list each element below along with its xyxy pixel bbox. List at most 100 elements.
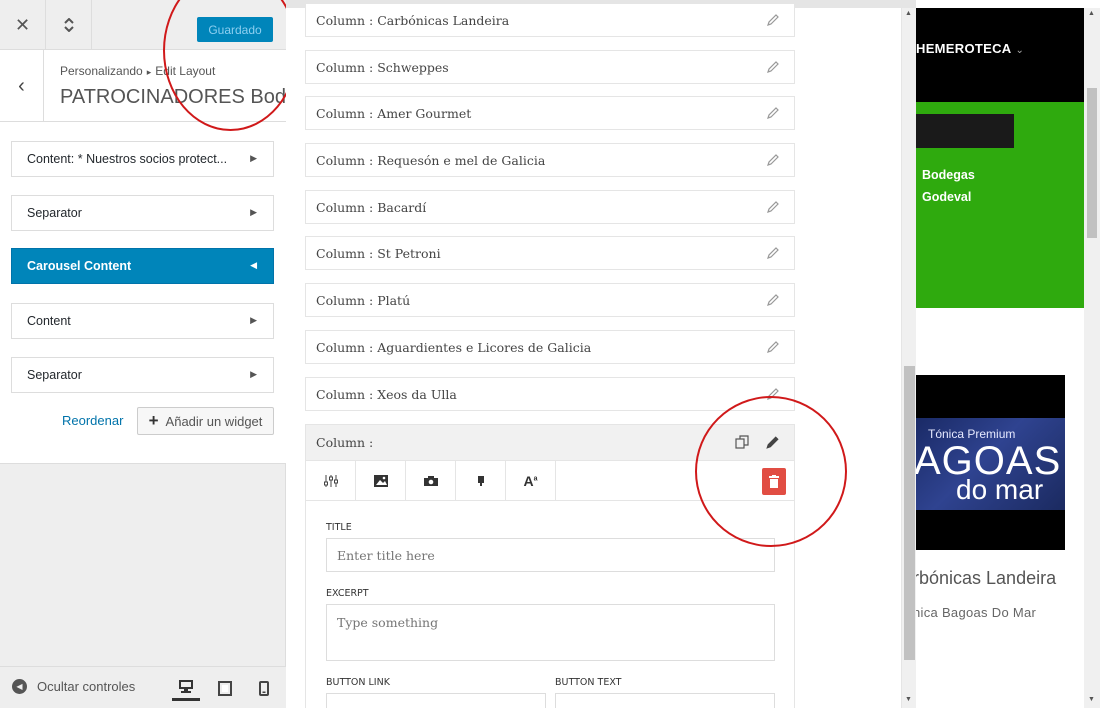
column-row[interactable]: Column : Bacardí	[305, 190, 795, 224]
typography-icon: Aa	[523, 473, 538, 489]
editor-scrollbar[interactable]: ▲ ▼	[901, 8, 916, 708]
button-text-input[interactable]	[555, 693, 775, 708]
column-label: Column : Aguardientes e Licores de Galic…	[316, 339, 592, 355]
column-editor: Column : Carbónicas Landeira Column : Sc…	[286, 0, 916, 708]
editor-scroll-thumb[interactable]	[904, 366, 915, 660]
breadcrumb-separator-icon: ▸	[146, 67, 152, 77]
widget-item[interactable]: Separator ▶	[11, 195, 274, 231]
column-row[interactable]: Column : Platú	[305, 283, 795, 317]
pencil-icon[interactable]	[766, 293, 780, 307]
preview-bodegas-text[interactable]: Bodegas Godeval	[922, 164, 975, 208]
column-label: Column : Xeos da Ulla	[316, 386, 457, 402]
reorder-link[interactable]: Reordenar	[62, 413, 123, 428]
sliders-icon	[323, 475, 338, 487]
preview-subheading: nica Bagoas Do Mar	[916, 605, 1037, 620]
add-widget-label: Añadir un widget	[165, 413, 263, 429]
column-row[interactable]: Column : St Petroni	[305, 236, 795, 270]
scroll-down-icon[interactable]: ▼	[905, 696, 912, 703]
pencil-icon[interactable]	[766, 60, 780, 74]
preview-green-block: Bodegas Godeval	[916, 102, 1084, 308]
pencil-icon[interactable]	[766, 200, 780, 214]
column-row[interactable]: Column : Requesón e mel de Galicia	[305, 143, 795, 177]
delete-column-button[interactable]	[762, 468, 786, 495]
preview-scrollbar[interactable]: ▲ ▼	[1084, 8, 1100, 708]
widget-item[interactable]: Content: * Nuestros socios protect... ▶	[11, 141, 274, 177]
button-link-input[interactable]	[326, 693, 546, 708]
tab-media[interactable]	[406, 461, 456, 501]
sponsor-logo-banner: Tónica Premium AGOAS do mar	[916, 418, 1065, 510]
title-field-label: TITLE	[326, 522, 352, 533]
widget-label: Carousel Content	[27, 259, 132, 273]
collapse-circle-icon: ◀	[12, 679, 27, 694]
image-icon	[373, 475, 388, 487]
tablet-preview-button[interactable]	[211, 675, 239, 701]
customizer-header: ✕ Guardado	[0, 0, 286, 50]
triangle-right-icon: ▶	[250, 153, 257, 163]
button-link-label: BUTTON LINK	[326, 677, 390, 688]
tab-button[interactable]	[456, 461, 506, 501]
excerpt-textarea[interactable]	[326, 604, 775, 661]
close-button[interactable]: ✕	[0, 0, 46, 50]
widget-label: Content: * Nuestros socios protect...	[27, 152, 228, 166]
preview-dark-bar	[916, 114, 1014, 148]
sponsor-logo[interactable]: Tónica Premium AGOAS do mar	[916, 375, 1065, 550]
hide-controls-label: Ocultar controles	[37, 679, 136, 694]
column-label: Column : St Petroni	[316, 245, 441, 261]
preview-bodegas-line: Bodegas	[922, 168, 975, 182]
title-input[interactable]	[326, 538, 775, 572]
column-row[interactable]: Column : Xeos da Ulla	[305, 377, 795, 411]
pencil-icon[interactable]	[766, 153, 780, 167]
triangle-right-icon: ▶	[250, 369, 257, 379]
pencil-icon[interactable]	[765, 435, 780, 450]
triangle-right-icon: ▶	[250, 315, 257, 325]
tab-typography[interactable]: Aa	[506, 461, 556, 501]
preview-scroll-thumb[interactable]	[1087, 88, 1097, 238]
camera-icon	[423, 476, 438, 486]
tab-image[interactable]	[356, 461, 406, 501]
column-row[interactable]: Column : Aguardientes e Licores de Galic…	[305, 330, 795, 364]
save-button[interactable]: Guardado	[197, 17, 273, 42]
widget-item-active[interactable]: Carousel Content ◀	[11, 248, 274, 284]
add-widget-button[interactable]: + Añadir un widget	[137, 407, 274, 435]
pencil-icon[interactable]	[766, 13, 780, 27]
pencil-icon[interactable]	[766, 387, 780, 401]
trash-icon	[769, 475, 779, 488]
column-row[interactable]: Column : Amer Gourmet	[305, 96, 795, 130]
preview-nav-item[interactable]: HEMEROTECA ⌄	[916, 41, 1024, 56]
scroll-down-icon[interactable]: ▼	[1088, 696, 1095, 703]
desktop-preview-button[interactable]	[172, 675, 200, 701]
pencil-icon[interactable]	[766, 340, 780, 354]
column-label: Column : Requesón e mel de Galicia	[316, 152, 546, 168]
column-row[interactable]: Column : Schweppes	[305, 50, 795, 84]
widget-item[interactable]: Separator ▶	[11, 357, 274, 393]
breadcrumb: Personalizando ▸ Edit Layout	[60, 64, 215, 78]
collapse-button[interactable]	[46, 0, 92, 50]
tab-settings[interactable]	[306, 461, 356, 501]
scroll-up-icon[interactable]: ▲	[905, 10, 912, 17]
scroll-up-icon[interactable]: ▲	[1088, 10, 1095, 17]
mobile-preview-button[interactable]	[250, 675, 278, 701]
pencil-icon[interactable]	[766, 106, 780, 120]
pointer-icon	[477, 476, 484, 486]
widgets-list: Content: * Nuestros socios protect... ▶ …	[0, 122, 286, 464]
column-tab-bar: Aa	[306, 461, 794, 501]
column-header[interactable]: Column :	[306, 425, 794, 461]
hide-controls-button[interactable]: ◀ Ocultar controles	[12, 679, 135, 694]
column-label: Column : Amer Gourmet	[316, 105, 472, 121]
breadcrumb-root: Personalizando	[60, 64, 143, 78]
column-label: Column : Platú	[316, 292, 411, 308]
logo-brand-subtext: do mar	[956, 474, 1044, 505]
widget-item[interactable]: Content ▶	[11, 303, 274, 339]
column-label: Column :	[316, 435, 374, 450]
site-preview: HEMEROTECA ⌄ Bodegas Godeval Tónica Premi…	[916, 0, 1100, 708]
preview-nav-label: HEMEROTECA	[916, 41, 1012, 56]
back-button[interactable]: ‹	[0, 50, 44, 122]
button-text-label: BUTTON TEXT	[555, 677, 622, 688]
widget-label: Content	[27, 314, 71, 328]
duplicate-icon[interactable]	[735, 435, 750, 450]
pencil-icon[interactable]	[766, 246, 780, 260]
section-title-panel: ‹ Personalizando ▸ Edit Layout PATROCINADO…	[0, 50, 296, 122]
panel-title: PATROCINADORES Body	[60, 86, 296, 108]
collapse-chevrons-icon	[63, 18, 74, 32]
column-row[interactable]: Column : Carbónicas Landeira	[305, 3, 795, 37]
